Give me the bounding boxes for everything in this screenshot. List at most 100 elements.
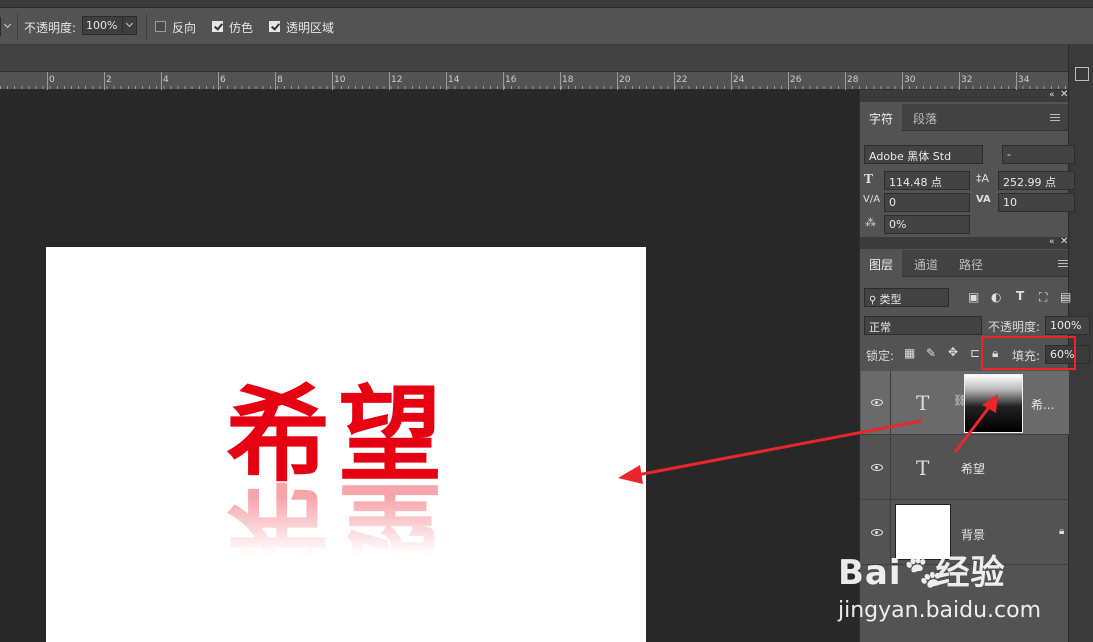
ruler-tick: [218, 72, 219, 90]
eye-icon: [871, 529, 883, 536]
watermark-logo: Bai🐾︎经验: [838, 545, 1041, 594]
scale-icon: ⁂: [865, 216, 876, 229]
transparency-label: 透明区域: [286, 21, 335, 35]
reverse-label: 反向: [172, 21, 197, 35]
ruler-tick: [845, 72, 846, 90]
transparency-checkbox[interactable]: [269, 21, 280, 32]
ruler-tick: [47, 72, 48, 90]
paw-icon: 🐾︎: [901, 553, 946, 593]
layer-row-text[interactable]: T 希望: [861, 436, 1069, 500]
tab-channels[interactable]: 通道: [905, 250, 947, 277]
tab-character[interactable]: 字符: [860, 104, 903, 131]
visibility-toggle[interactable]: [861, 371, 891, 435]
tab-layers[interactable]: 图层: [860, 250, 903, 277]
lock-icon[interactable]: 🔒︎: [1059, 527, 1064, 537]
kerning-input[interactable]: 0: [884, 193, 970, 212]
ruler-number: 6: [220, 75, 226, 85]
panel-menu-icon[interactable]: [1058, 260, 1068, 267]
collapse-icon[interactable]: «: [1049, 238, 1055, 247]
ruler-tick: [1016, 72, 1017, 90]
baidu-watermark: Bai🐾︎经验 jingyan.baidu.com: [838, 545, 1041, 623]
scale-input[interactable]: 0%: [884, 215, 970, 234]
panel-icon[interactable]: [1075, 67, 1089, 81]
adjustment-filter-icon[interactable]: ◐: [991, 291, 1001, 303]
dither-checkbox[interactable]: [212, 21, 223, 32]
ruler-tick: [731, 72, 732, 90]
image-filter-icon[interactable]: ▣: [968, 291, 979, 303]
options-bar: 不透明度: 100% 反向 仿色 透明区域: [0, 8, 1093, 45]
ruler-tick: [104, 72, 105, 90]
type-filter-icon[interactable]: T: [1016, 290, 1024, 302]
lock-paint-icon[interactable]: ✎: [926, 347, 936, 359]
tab-label: 路径: [959, 258, 984, 272]
tab-paragraph[interactable]: 段落: [904, 104, 946, 131]
tab-label: 图层: [869, 258, 894, 272]
ruler-number: 26: [790, 75, 802, 85]
tracking-input[interactable]: 10: [998, 193, 1075, 212]
opacity-dropdown-icon[interactable]: [122, 16, 136, 35]
ruler-number: 32: [961, 75, 973, 85]
close-icon[interactable]: ✕: [1060, 90, 1068, 100]
ruler-tick: [788, 72, 789, 90]
layer-row-gradient-text[interactable]: T ⛓ 希...: [861, 371, 1069, 435]
character-panel: « ✕ 字符 段落 Adobe 黑体 Std - T 114.48 点 ‡A 2…: [859, 90, 1075, 240]
font-style-select[interactable]: -: [1002, 145, 1075, 164]
blend-mode-select[interactable]: 正常: [864, 316, 982, 335]
dither-label: 仿色: [229, 21, 254, 35]
layer-name: 背景: [961, 528, 986, 542]
lock-artboard-icon[interactable]: ⊏: [970, 347, 980, 359]
close-icon[interactable]: ✕: [1060, 237, 1068, 247]
fill-highlight-box: [981, 336, 1076, 370]
tracking-icon: VA: [976, 194, 991, 205]
search-icon: ⚲: [869, 295, 880, 306]
font-size-icon: T: [864, 172, 873, 186]
ruler-number: 28: [847, 75, 859, 85]
shape-filter-icon[interactable]: ⛶: [1039, 291, 1047, 303]
font-size-value: 114.48 点: [889, 176, 942, 189]
reverse-checkbox[interactable]: [155, 21, 166, 32]
lock-position-icon[interactable]: ✥: [948, 346, 958, 358]
ruler-number: 0: [49, 75, 55, 85]
panel-header: « ✕: [860, 237, 1068, 249]
font-size-input[interactable]: 114.48 点: [884, 171, 970, 190]
layer-mask-thumbnail[interactable]: [964, 374, 1023, 433]
mode-dropdown-icon[interactable]: [0, 17, 14, 36]
ruler-tick: [560, 72, 561, 90]
collapse-icon[interactable]: «: [1049, 91, 1055, 100]
document-canvas[interactable]: 希望 希望: [46, 247, 646, 642]
tab-paths[interactable]: 路径: [950, 250, 992, 277]
watermark-brand2: 经验: [935, 553, 1006, 593]
ruler-number: 8: [277, 75, 283, 85]
font-family-value: Adobe 黑体 Std: [869, 150, 952, 163]
filter-kind-value: 类型: [879, 293, 902, 306]
font-family-select[interactable]: Adobe 黑体 Std: [864, 145, 983, 164]
leading-input[interactable]: 252.99 点: [998, 171, 1075, 190]
ruler-tick: [674, 72, 675, 90]
eye-icon: [871, 399, 883, 406]
layer-name: 希望: [961, 462, 986, 476]
smart-object-filter-icon[interactable]: ▤: [1060, 291, 1071, 303]
lock-transparent-icon[interactable]: ▦: [904, 347, 915, 359]
canvas-text: 希望: [226, 374, 451, 496]
ruler-number: 14: [448, 75, 460, 85]
lock-label: 锁定:: [866, 349, 895, 363]
ruler-tick: [503, 72, 504, 90]
panel-menu-icon[interactable]: [1050, 114, 1060, 121]
visibility-toggle[interactable]: [861, 436, 891, 500]
ruler-number: 16: [505, 75, 517, 85]
scale-value: 0%: [889, 218, 907, 231]
watermark-brand: Bai: [838, 553, 902, 593]
ruler-tick: [275, 72, 276, 90]
layer-opacity-input[interactable]: 100%: [1045, 316, 1090, 335]
canvas-text-reflection: 希望: [226, 468, 451, 590]
document-tab-strip: [0, 45, 1068, 72]
ruler-tick: [902, 72, 903, 90]
layer-filter-select[interactable]: ⚲ 类型: [864, 288, 949, 307]
character-tabs: 字符 段落: [860, 104, 1068, 131]
ruler-tick: [389, 72, 390, 90]
title-strip: [0, 0, 1093, 8]
ruler-tick: [161, 72, 162, 90]
text-layer-icon: T: [916, 456, 930, 480]
leading-value: 252.99 点: [1003, 176, 1056, 189]
ruler-number: 12: [391, 75, 403, 85]
